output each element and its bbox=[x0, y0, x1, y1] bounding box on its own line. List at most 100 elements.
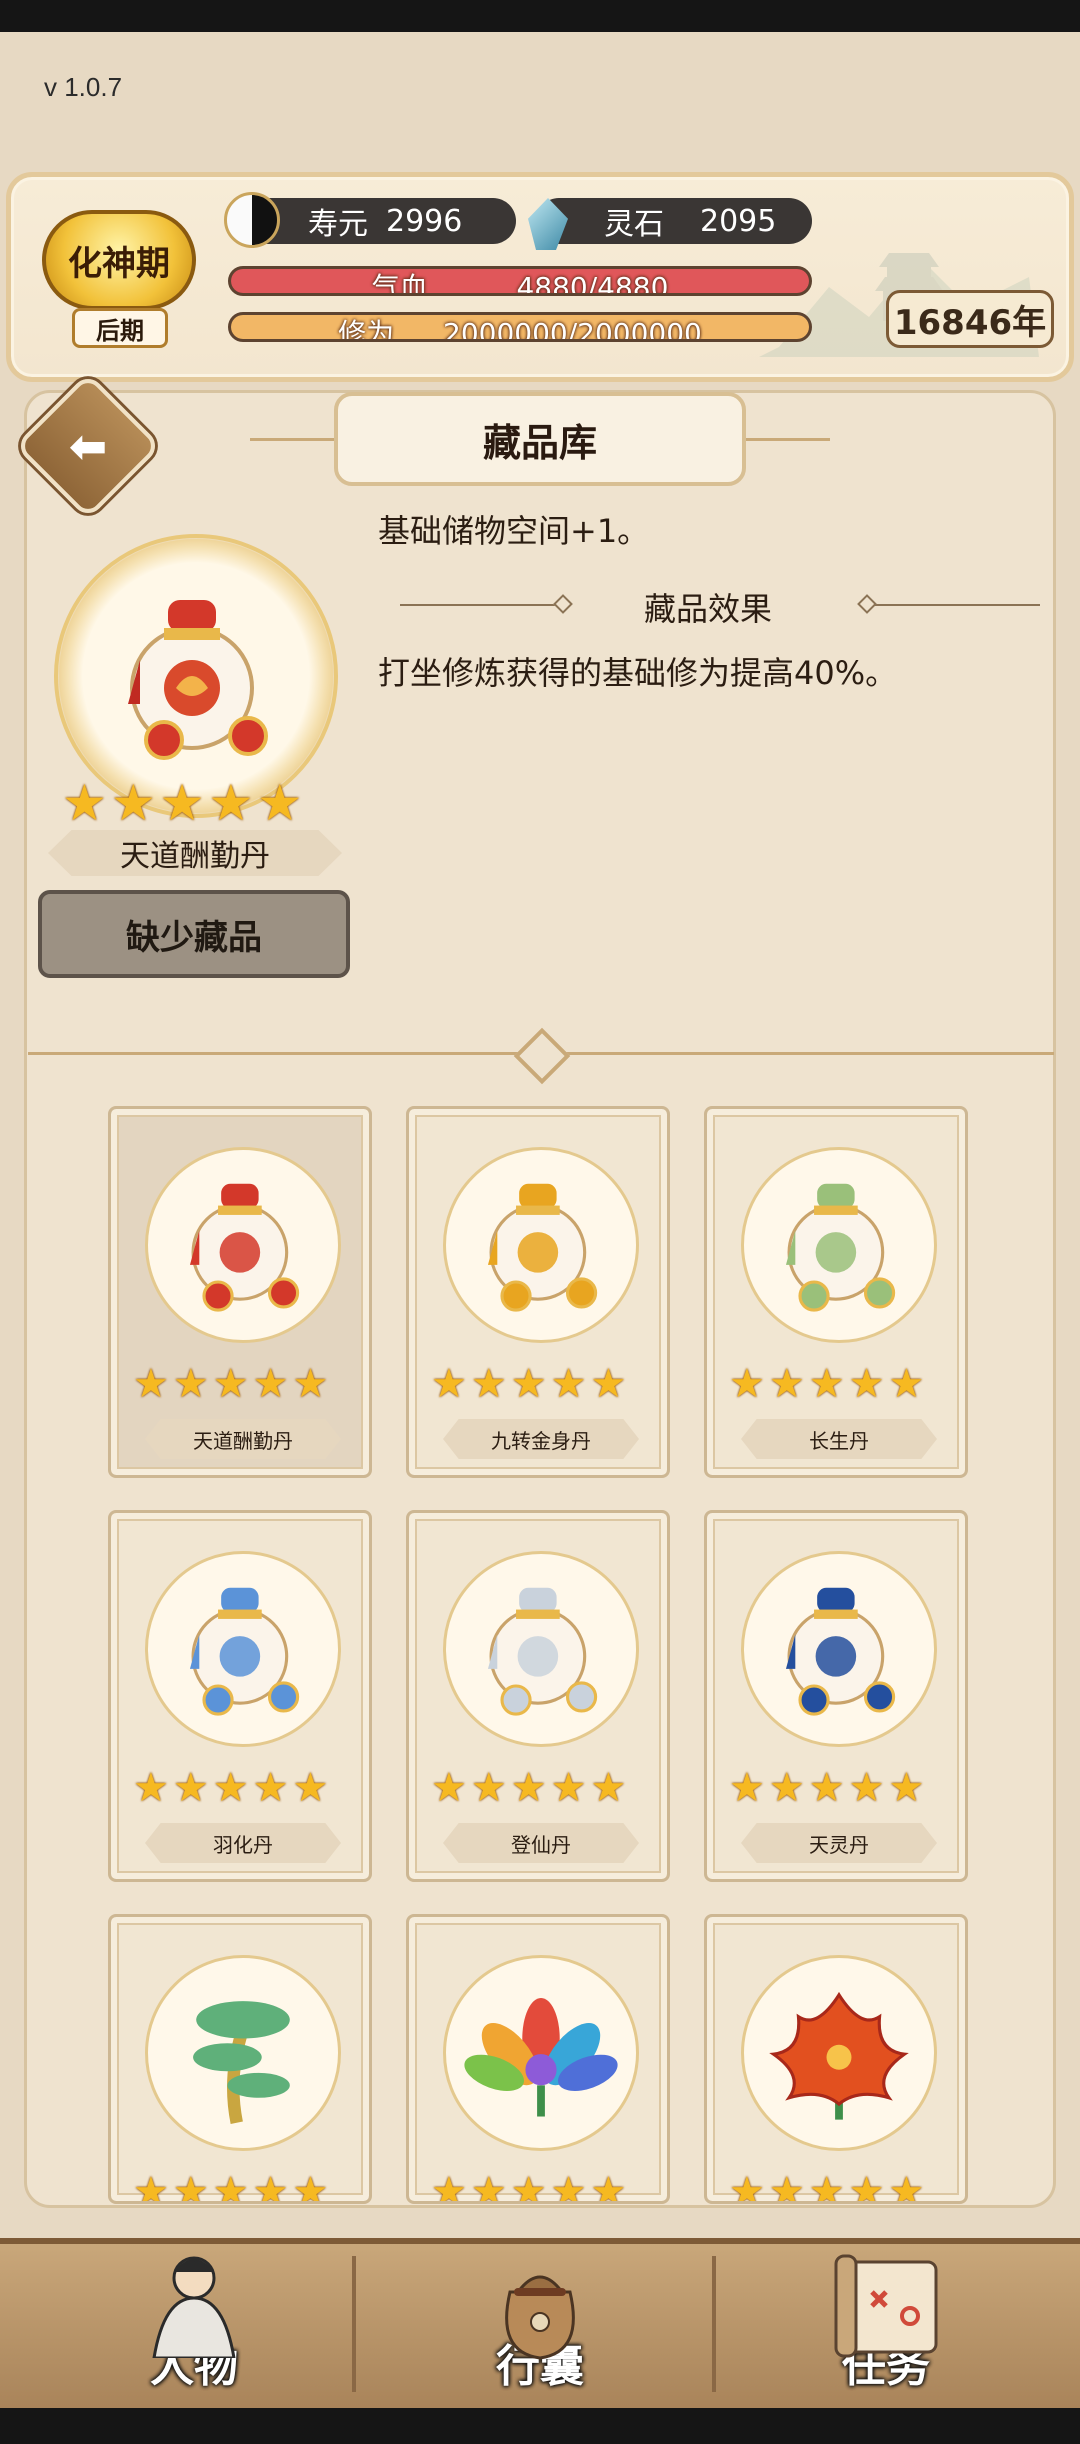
star-icon: ★ bbox=[510, 1765, 547, 1811]
star-icon: ★ bbox=[252, 1361, 289, 1407]
cultivation-value: 2000000/2000000 bbox=[443, 317, 702, 342]
character-icon bbox=[152, 2256, 236, 2358]
spirit-stone-label: 灵石 bbox=[604, 207, 664, 242]
collection-card[interactable]: ★ ★ ★ ★ ★ bbox=[704, 1914, 968, 2204]
yin-yang-icon bbox=[224, 192, 280, 248]
star-icon: ★ bbox=[431, 1361, 467, 1407]
star-icon: ★ bbox=[133, 1361, 169, 1407]
spirit-stone-pill: 灵石 2095 bbox=[536, 198, 812, 244]
star-icon: ★ bbox=[172, 1765, 209, 1811]
star-icon: ★ bbox=[208, 774, 254, 832]
lifespan-value: 2996 bbox=[386, 203, 463, 239]
star-icon: ★ bbox=[470, 2169, 507, 2204]
fire-flower-icon bbox=[769, 1991, 909, 2120]
star-icon: ★ bbox=[590, 1765, 627, 1811]
star-icon: ★ bbox=[431, 1765, 467, 1811]
scroll-icon bbox=[834, 2254, 938, 2358]
star-icon: ★ bbox=[888, 2169, 925, 2204]
missing-item-button[interactable]: 缺少藏品 bbox=[38, 890, 350, 978]
star-icon: ★ bbox=[848, 2169, 885, 2204]
featured-item-stars: ★ ★ ★ ★ ★ bbox=[62, 774, 302, 832]
item-name: 羽化丹 bbox=[145, 1823, 341, 1863]
item-stars: ★ ★ ★ ★ ★ bbox=[133, 2169, 332, 2204]
rainbow-lotus-icon bbox=[464, 1997, 618, 2117]
star-icon: ★ bbox=[888, 1361, 925, 1407]
effect-line-right bbox=[874, 604, 1040, 606]
star-icon: ★ bbox=[212, 1361, 249, 1407]
collection-card[interactable]: ★ ★ ★ ★ ★ 羽化丹 bbox=[108, 1510, 372, 1882]
star-icon: ★ bbox=[292, 1765, 329, 1811]
title-deco-right bbox=[746, 438, 830, 441]
star-icon: ★ bbox=[729, 1361, 765, 1407]
item-stars: ★ ★ ★ ★ ★ bbox=[431, 1765, 630, 1811]
featured-item-name: 天道酬勤丹 bbox=[48, 830, 342, 876]
star-icon: ★ bbox=[808, 2169, 845, 2204]
hp-value: 4880/4880 bbox=[516, 271, 669, 296]
star-icon: ★ bbox=[212, 1765, 249, 1811]
star-icon: ★ bbox=[252, 1765, 289, 1811]
hp-bar: 气血 4880/4880 bbox=[228, 266, 812, 296]
blue-elixir-gourd-icon bbox=[189, 1587, 300, 1716]
effect-title: 藏品效果 bbox=[644, 590, 773, 628]
star-icon: ★ bbox=[808, 1361, 845, 1407]
spirit-tree-icon bbox=[193, 2001, 290, 2124]
star-icon: ★ bbox=[550, 1361, 587, 1407]
collection-card[interactable]: ★ ★ ★ ★ ★ bbox=[406, 1914, 670, 2204]
realm-name: 化神期 bbox=[42, 210, 196, 310]
nav-character[interactable]: 人物 bbox=[24, 2238, 364, 2408]
system-navigation-bar bbox=[0, 2408, 1080, 2444]
red-elixir-gourd-icon bbox=[189, 1183, 300, 1312]
star-icon: ★ bbox=[768, 1361, 805, 1407]
green-elixir-gourd-icon bbox=[785, 1183, 896, 1312]
star-icon: ★ bbox=[212, 2169, 249, 2204]
star-icon: ★ bbox=[550, 2169, 587, 2204]
collection-card[interactable]: ★ ★ ★ ★ ★ 长生丹 bbox=[704, 1106, 968, 1478]
nav-tasks[interactable]: 任务 bbox=[716, 2238, 1056, 2408]
cultivation-label: 修为 bbox=[338, 317, 395, 342]
star-icon: ★ bbox=[431, 2169, 467, 2204]
silver-elixir-gourd-icon bbox=[487, 1587, 598, 1716]
star-icon: ★ bbox=[590, 1361, 627, 1407]
star-icon: ★ bbox=[172, 2169, 209, 2204]
collection-card[interactable]: ★ ★ ★ ★ ★ bbox=[108, 1914, 372, 2204]
star-icon: ★ bbox=[729, 2169, 765, 2204]
star-icon: ★ bbox=[768, 1765, 805, 1811]
arrow-left-icon: ⬅ bbox=[68, 419, 108, 473]
star-icon: ★ bbox=[510, 1361, 547, 1407]
red-elixir-gourd-icon bbox=[128, 600, 268, 760]
star-icon: ★ bbox=[172, 1361, 209, 1407]
nav-bag[interactable]: 行囊 bbox=[370, 2238, 710, 2408]
star-icon: ★ bbox=[292, 1361, 329, 1407]
status-bar bbox=[0, 0, 1080, 32]
item-stars: ★ ★ ★ ★ ★ bbox=[431, 2169, 630, 2204]
years-badge: 16846年 bbox=[886, 290, 1054, 348]
collection-card[interactable]: ★ ★ ★ ★ ★ 九转金身丹 bbox=[406, 1106, 670, 1478]
gold-elixir-gourd-icon bbox=[487, 1183, 598, 1312]
star-icon: ★ bbox=[768, 2169, 805, 2204]
star-icon: ★ bbox=[888, 1765, 925, 1811]
star-icon: ★ bbox=[550, 1765, 587, 1811]
star-icon: ★ bbox=[292, 2169, 329, 2204]
item-stars: ★ ★ ★ ★ ★ bbox=[729, 1765, 928, 1811]
star-icon: ★ bbox=[470, 1765, 507, 1811]
collection-card[interactable]: ★ ★ ★ ★ ★ 天灵丹 bbox=[704, 1510, 968, 1882]
item-name: 九转金身丹 bbox=[443, 1419, 639, 1459]
item-name: 登仙丹 bbox=[443, 1823, 639, 1863]
item-stars: ★ ★ ★ ★ ★ bbox=[133, 1361, 332, 1407]
collection-card[interactable]: ★ ★ ★ ★ ★ 天道酬勤丹 bbox=[108, 1106, 372, 1478]
cultivation-bar: 修为 2000000/2000000 bbox=[228, 312, 812, 342]
collection-card[interactable]: ★ ★ ★ ★ ★ 登仙丹 bbox=[406, 1510, 670, 1882]
item-stars: ★ ★ ★ ★ ★ bbox=[729, 2169, 928, 2204]
lifespan-label: 寿元 bbox=[308, 207, 368, 242]
star-icon: ★ bbox=[808, 1765, 845, 1811]
star-icon: ★ bbox=[62, 774, 107, 832]
star-icon: ★ bbox=[510, 2169, 547, 2204]
realm-badge[interactable]: 化神期 后期 bbox=[34, 196, 204, 350]
star-icon: ★ bbox=[729, 1765, 765, 1811]
bag-icon bbox=[505, 2275, 575, 2360]
effect-line-left bbox=[400, 604, 560, 606]
effect-text: 打坐修炼获得的基础修为提高40%。 bbox=[378, 654, 898, 692]
version-label: v 1.0.7 bbox=[44, 72, 123, 102]
realm-stage: 后期 bbox=[72, 308, 168, 348]
hp-bar-text: 气血 4880/4880 bbox=[231, 269, 809, 296]
